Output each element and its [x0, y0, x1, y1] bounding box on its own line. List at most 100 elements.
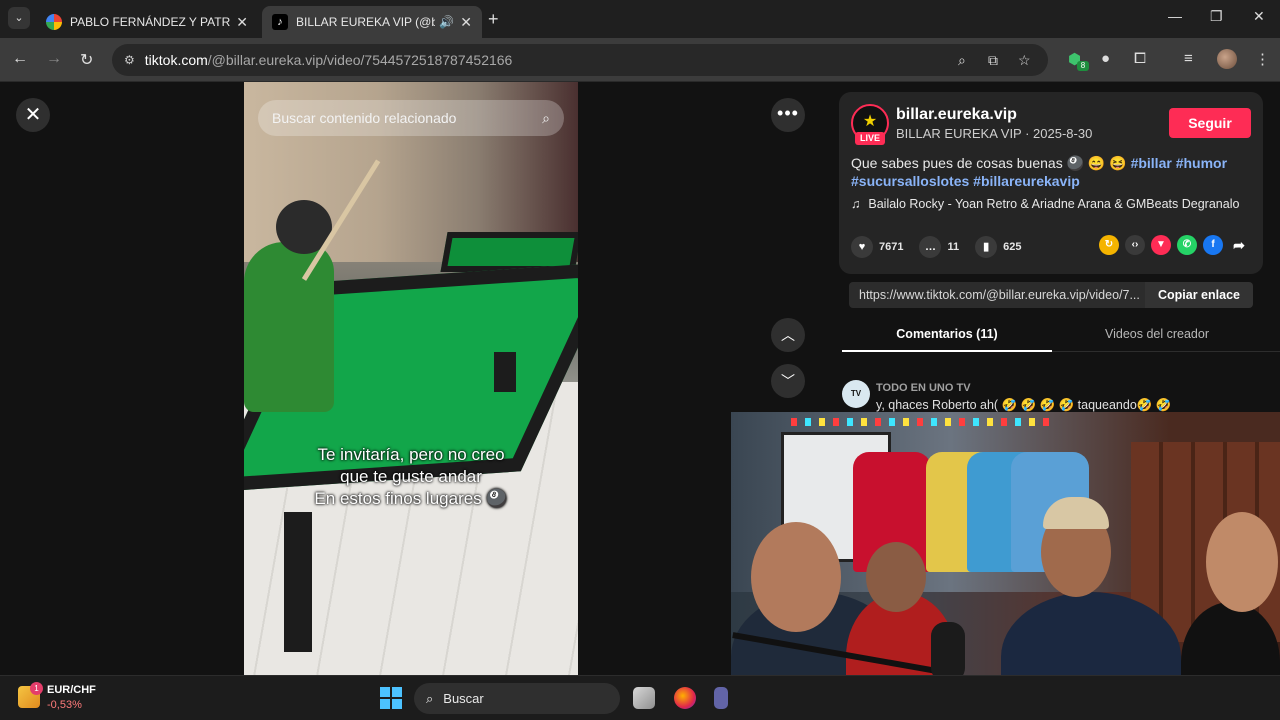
address-bar[interactable]: ⚙ tiktok.com/@billar.eureka.vip/video/75…	[112, 44, 1048, 76]
menu-kebab-icon[interactable]: ⋮	[1255, 50, 1270, 68]
new-tab-button[interactable]: +	[488, 9, 499, 30]
profile-avatar[interactable]	[1217, 49, 1237, 69]
live-badge: LIVE	[855, 132, 885, 145]
restore-button[interactable]: ❐	[1210, 8, 1223, 25]
creator-username[interactable]: billar.eureka.vip	[896, 106, 1017, 124]
hashtag-link[interactable]: #billar	[1131, 155, 1172, 171]
save-button[interactable]: ▮ 625	[975, 236, 1021, 258]
copy-link-row: https://www.tiktok.com/@billar.eureka.vi…	[849, 282, 1253, 308]
extension-badge: 8	[1077, 61, 1089, 71]
hashtag-link[interactable]: #billareurekavip	[973, 173, 1080, 189]
task-view-icon[interactable]	[633, 687, 655, 709]
url-path: /@billar.eureka.vip/video/75445725187874…	[207, 52, 513, 68]
close-window-button[interactable]: ✕	[1253, 8, 1265, 25]
reload-icon[interactable]: ↻	[80, 50, 93, 70]
hashtag-link[interactable]: #sucursalloslotes	[851, 173, 969, 189]
teams-icon[interactable]	[714, 687, 728, 709]
table-leg	[284, 512, 312, 652]
save-count: 625	[1003, 241, 1022, 253]
bookmark-star-icon[interactable]: ☆	[1018, 44, 1031, 76]
url-host: tiktok.com	[144, 52, 208, 68]
comment-icon: …	[919, 236, 942, 258]
tab-search-button[interactable]: ⌄	[8, 7, 30, 29]
tab-title: BILLAR EUREKA VIP (@billar	[296, 15, 436, 29]
search-icon: ⌕	[542, 109, 550, 126]
tab-close-icon[interactable]: ✕	[236, 14, 248, 31]
music-note-icon: ♫	[851, 197, 861, 211]
tab-title: PABLO FERNÁNDEZ Y PATRICIA	[70, 15, 231, 29]
google-icon	[46, 14, 62, 30]
minimize-button[interactable]: —	[1168, 8, 1182, 24]
description-text: Que sabes pues de cosas buenas 🎱 😄 😆	[851, 155, 1127, 171]
comment-author[interactable]: TODO EN UNO TV	[876, 382, 971, 394]
embed-icon[interactable]: ‹›	[1125, 235, 1145, 255]
player-figure	[244, 242, 334, 412]
widget-badge: 1	[30, 682, 43, 695]
next-video-button[interactable]: ﹀	[771, 364, 805, 398]
tab-billar[interactable]: ♪ BILLAR EUREKA VIP (@billar 🔊 ✕	[262, 6, 482, 38]
person-head	[751, 522, 841, 632]
search-icon: ⌕	[426, 690, 434, 706]
site-info-icon[interactable]: ⚙	[124, 53, 135, 67]
windows-start-icon[interactable]	[380, 687, 402, 709]
media-control-icon[interactable]: ≡	[1184, 50, 1193, 67]
extensions-puzzle-icon[interactable]: ⧠	[1134, 50, 1146, 67]
mouse-extension-icon[interactable]: ●	[1101, 50, 1110, 67]
creator-subline: BILLAR EUREKA VIP · 2025-8-30	[896, 126, 1093, 141]
follow-button[interactable]: Seguir	[1169, 108, 1251, 138]
widget-value: -0,53%	[47, 699, 82, 711]
firefox-icon[interactable]	[674, 687, 696, 709]
tab-pablo[interactable]: PABLO FERNÁNDEZ Y PATRICIA ✕	[36, 6, 258, 38]
forward-icon[interactable]: →	[46, 50, 62, 68]
more-options-button[interactable]: •••	[771, 98, 805, 132]
back-icon[interactable]: ←	[12, 50, 28, 68]
microphone	[931, 622, 965, 682]
share-arrow-icon[interactable]: ➦	[1229, 235, 1249, 255]
caption-line: Te invitaría, pero no creo	[317, 445, 505, 464]
music-link[interactable]: ♫ Bailalo Rocky - Yoan Retro & Ariadne A…	[851, 197, 1239, 211]
comment-count: 11	[947, 241, 960, 253]
close-video-button[interactable]: ✕	[16, 98, 50, 132]
taskbar-search-label: Buscar	[443, 691, 484, 706]
post-info-card: ★ LIVE billar.eureka.vip BILLAR EUREKA V…	[839, 92, 1263, 274]
send-icon[interactable]: ▼	[1151, 235, 1171, 255]
tab-strip: ⌄ PABLO FERNÁNDEZ Y PATRICIA ✕ ♪ BILLAR …	[0, 0, 1280, 38]
speaker-icon[interactable]: 🔊	[439, 15, 454, 29]
zoom-icon[interactable]: ⌕	[958, 44, 966, 76]
person-head	[1206, 512, 1278, 612]
install-app-icon[interactable]: ⧉	[988, 44, 998, 76]
share-options: ↻ ‹› ▼ ✆ f ➦	[1099, 235, 1249, 255]
comment-button[interactable]: … 11	[919, 236, 959, 258]
whatsapp-icon[interactable]: ✆	[1177, 235, 1197, 255]
video-link-field[interactable]: https://www.tiktok.com/@billar.eureka.vi…	[849, 282, 1145, 308]
related-search-placeholder: Buscar contenido relacionado	[272, 110, 457, 126]
facebook-icon[interactable]: f	[1203, 235, 1223, 255]
repost-icon[interactable]: ↻	[1099, 235, 1119, 255]
windows-taskbar: 1 EUR/CHF -0,53% ⌕ Buscar	[0, 675, 1280, 720]
music-title: Bailalo Rocky - Yoan Retro & Ariadne Ara…	[868, 197, 1240, 211]
related-search-input[interactable]: Buscar contenido relacionado ⌕	[258, 100, 564, 136]
table-leg	[494, 352, 516, 392]
comment-text: y, qhaces Roberto ah( 🤣 🤣 🤣 🤣 taqueando🤣…	[876, 398, 1172, 412]
tiktok-icon: ♪	[272, 14, 288, 30]
caption-line: que te guste andar	[340, 467, 482, 486]
action-bar: ♥ 7671 … 11 ▮ 625	[851, 234, 1037, 260]
widget-title[interactable]: EUR/CHF	[47, 684, 96, 696]
tab-creator-videos[interactable]: Videos del creador	[1052, 320, 1262, 352]
heart-icon: ♥	[851, 236, 873, 258]
person-head	[866, 542, 926, 612]
taskbar-search[interactable]: ⌕ Buscar	[414, 683, 620, 714]
like-button[interactable]: ♥ 7671	[851, 236, 903, 258]
string-lights	[791, 418, 1051, 426]
caption-line: En estos finos lugares 🎱	[314, 489, 508, 508]
comment-avatar[interactable]: TV	[842, 380, 870, 408]
video-player[interactable]: Buscar contenido relacionado ⌕ Te invita…	[244, 82, 578, 675]
hashtag-link[interactable]: #humor	[1176, 155, 1227, 171]
tab-comments[interactable]: Comentarios (11)	[842, 320, 1052, 352]
browser-toolbar: ← → ↻ ⚙ tiktok.com/@billar.eureka.vip/vi…	[0, 38, 1280, 82]
previous-video-button[interactable]: ︿	[771, 318, 805, 352]
bookmark-icon: ▮	[975, 236, 998, 258]
like-count: 7671	[879, 241, 904, 253]
tab-close-icon[interactable]: ✕	[460, 14, 472, 31]
copy-link-button[interactable]: Copiar enlace	[1145, 282, 1253, 308]
